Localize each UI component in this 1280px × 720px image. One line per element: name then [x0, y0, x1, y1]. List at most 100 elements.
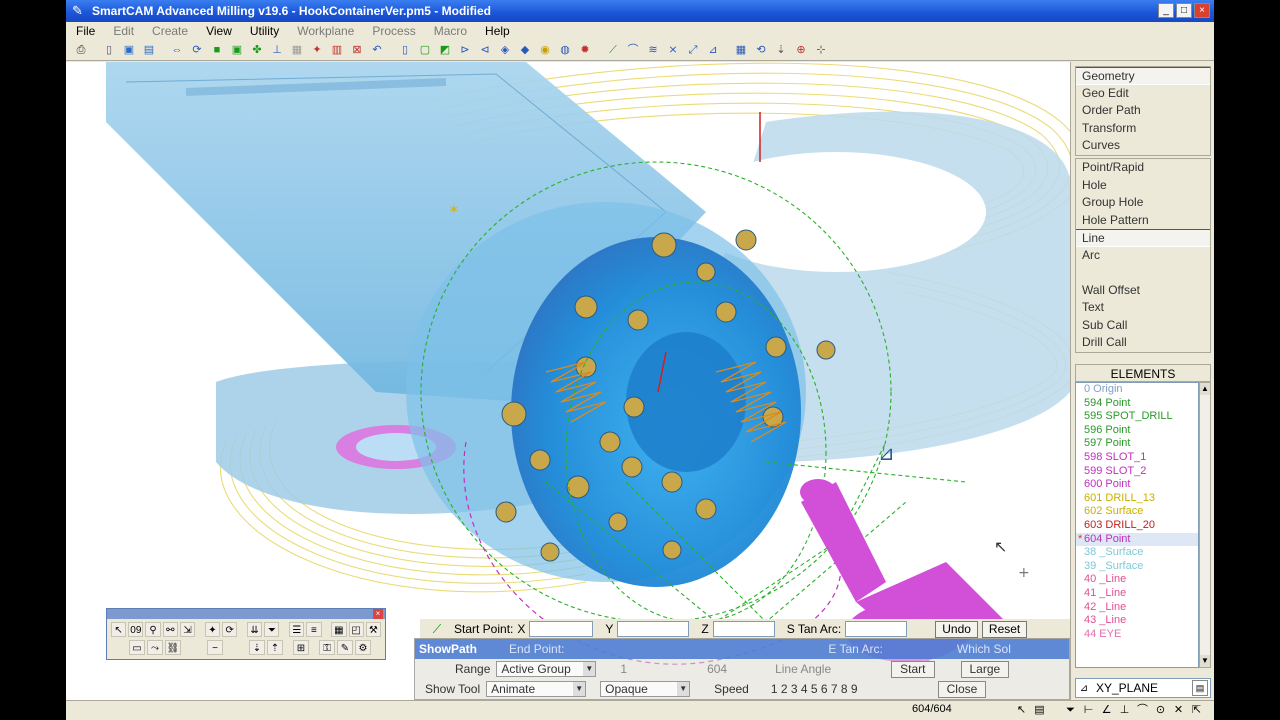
menu-geometry[interactable]: Geometry	[1076, 67, 1210, 85]
close-button[interactable]: ×	[1194, 3, 1210, 18]
tool-f-icon[interactable]: ◍	[556, 42, 574, 58]
end-field[interactable]: 604	[707, 662, 727, 676]
pal-tools-icon[interactable]: ⚒	[365, 622, 381, 637]
drill-icon[interactable]: ⇣	[772, 42, 790, 58]
save-file-icon[interactable]: ▤	[140, 42, 158, 58]
element-row[interactable]: 597 Point	[1076, 437, 1198, 451]
extend-icon[interactable]: ⤢	[684, 42, 702, 58]
element-row[interactable]: 40 _Line	[1076, 573, 1198, 587]
start-z-field[interactable]	[712, 621, 775, 637]
menu-wall-offset[interactable]: Wall Offset	[1076, 282, 1210, 300]
pal-move-icon[interactable]: ⇲	[179, 622, 196, 637]
menu-process[interactable]: Process	[372, 24, 415, 38]
close-showpath-button[interactable]: Close	[937, 680, 987, 698]
view-rotate-icon[interactable]: ⟳	[188, 42, 206, 58]
status-filter-icon[interactable]: ⏷	[1063, 703, 1078, 718]
status-intersect-icon[interactable]: ✕	[1171, 703, 1186, 718]
status-pointer-icon[interactable]: ↖	[1014, 703, 1029, 718]
menu-group-hole[interactable]: Group Hole	[1076, 194, 1210, 212]
axis-icon[interactable]: ⊹	[812, 42, 830, 58]
menu-text[interactable]: Text	[1076, 299, 1210, 317]
menu-hole[interactable]: Hole	[1076, 177, 1210, 195]
pal-minus-icon[interactable]: −	[207, 640, 223, 655]
pal-down-icon[interactable]: ⇊	[246, 622, 263, 637]
element-row[interactable]: 594 Point	[1076, 397, 1198, 411]
pal-chain-icon[interactable]: ⛓	[165, 640, 181, 655]
undo-icon[interactable]: ↶	[368, 42, 386, 58]
pal-arrow-down-icon[interactable]: ⇣	[249, 640, 265, 655]
pal-arrow-up-icon[interactable]: ⇡	[267, 640, 283, 655]
minimize-button[interactable]: _	[1158, 3, 1174, 18]
workplane-selector[interactable]: ⊿ XY_PLANE ▤	[1075, 678, 1211, 698]
trim-icon[interactable]: ⨯	[664, 42, 682, 58]
menu-macro[interactable]: Macro	[434, 24, 467, 38]
menu-point-rapid[interactable]: Point/Rapid	[1076, 159, 1210, 177]
tool-b-icon[interactable]: ⊲	[476, 42, 494, 58]
layout-icon[interactable]: ▦	[732, 42, 750, 58]
element-row[interactable]: 595 SPOT_DRILL	[1076, 410, 1198, 424]
pal-select-icon[interactable]: ↖	[111, 622, 127, 637]
element-row[interactable]: 42 _Line	[1076, 601, 1198, 615]
menu-file[interactable]: File	[76, 24, 95, 38]
pal-pin-icon[interactable]: ⚲	[145, 622, 161, 637]
floating-tool-palette[interactable]: × ↖ 09 ⚲ ⚯ ⇲ ✦ ⟳ ⇊ ⏷ ☰ ≡ ▦ ◰ ⚒ ▭ ⤳ ⛓ − ⇣…	[106, 608, 386, 660]
menu-utility[interactable]: Utility	[250, 24, 279, 38]
pal-net-icon[interactable]: ⚿	[319, 640, 335, 655]
doc-icon[interactable]: ▯	[396, 42, 414, 58]
chain-icon[interactable]: ▥	[328, 42, 346, 58]
pal-help-icon[interactable]: ⚙	[355, 640, 371, 655]
layer-green-icon[interactable]: ■	[208, 42, 226, 58]
speed-values[interactable]: 1 2 3 4 5 6 7 8 9	[771, 682, 858, 696]
open-file-icon[interactable]: ▣	[120, 42, 138, 58]
menu-hole-pattern[interactable]: Hole Pattern	[1076, 212, 1210, 230]
print-icon[interactable]: ⎙	[72, 42, 90, 58]
element-row[interactable]: 598 SLOT_1	[1076, 451, 1198, 465]
menu-line[interactable]: Line	[1076, 229, 1210, 247]
arc-icon[interactable]: ⌒	[624, 42, 642, 58]
element-row[interactable]: 44 EYE	[1076, 628, 1198, 642]
elements-list[interactable]: 0 Origin 594 Point 595 SPOT_DRILL 596 Point…	[1075, 382, 1199, 668]
menu-transform[interactable]: Transform	[1076, 120, 1210, 138]
element-row[interactable]: 599 SLOT_2	[1076, 465, 1198, 479]
pal-filter-icon[interactable]: ⏷	[264, 622, 280, 637]
title-bar[interactable]: ✎ SmartCAM Advanced Milling v19.6 - Hook…	[66, 0, 1214, 22]
tool-a-icon[interactable]: ⊳	[456, 42, 474, 58]
menu-order-path[interactable]: Order Path	[1076, 102, 1210, 120]
status-center-icon[interactable]: ⊙	[1153, 703, 1168, 718]
element-row[interactable]: 0 Origin	[1076, 383, 1198, 397]
menu-geo-edit[interactable]: Geo Edit	[1076, 85, 1210, 103]
range-select[interactable]: Active Group ▼	[496, 661, 597, 677]
pal-pen-icon[interactable]: ✎	[337, 640, 353, 655]
3d-viewport[interactable]: ✶ ⊿ ↖ +	[66, 62, 1070, 700]
gear-icon[interactable]: ✹	[576, 42, 594, 58]
element-row[interactable]: 602 Surface	[1076, 505, 1198, 519]
shade-icon[interactable]: ◩	[436, 42, 454, 58]
menu-create[interactable]: Create	[152, 24, 188, 38]
layer-green2-icon[interactable]: ▣	[228, 42, 246, 58]
offset-icon[interactable]: ≋	[644, 42, 662, 58]
element-row[interactable]: 603 DRILL_20	[1076, 519, 1198, 533]
status-list-icon[interactable]: ▤	[1032, 703, 1047, 718]
menu-edit[interactable]: Edit	[113, 24, 134, 38]
group-icon[interactable]: ✤	[248, 42, 266, 58]
scroll-up-icon[interactable]: ▲	[1200, 383, 1210, 395]
menu-help[interactable]: Help	[485, 24, 510, 38]
element-row[interactable]: 41 _Line	[1076, 587, 1198, 601]
plane-list-icon[interactable]: ▤	[1192, 680, 1208, 696]
tap-icon[interactable]: ⊕	[792, 42, 810, 58]
large-button[interactable]: Large	[960, 660, 1010, 678]
start-field[interactable]: 1	[620, 662, 627, 676]
start-y-field[interactable]	[617, 621, 690, 637]
select-icon[interactable]: ✦	[308, 42, 326, 58]
pal-point-icon[interactable]: ✦	[204, 622, 221, 637]
snap-icon[interactable]: ⊠	[348, 42, 366, 58]
palette-title-bar[interactable]: ×	[107, 609, 385, 619]
pal-align-icon[interactable]: ⊞	[293, 640, 309, 655]
showpath-title-bar[interactable]: ShowPath End Point: E Tan Arc: Which Sol	[415, 639, 1069, 659]
start-x-field[interactable]	[529, 621, 594, 637]
tool-d-icon[interactable]: ◆	[516, 42, 534, 58]
pal-view-icon[interactable]: ◰	[348, 622, 364, 637]
pal-stack-icon[interactable]: ☰	[289, 622, 305, 637]
pal-grid-icon[interactable]: ▦	[331, 622, 347, 637]
status-tangent-icon[interactable]: ⌒	[1135, 703, 1150, 718]
